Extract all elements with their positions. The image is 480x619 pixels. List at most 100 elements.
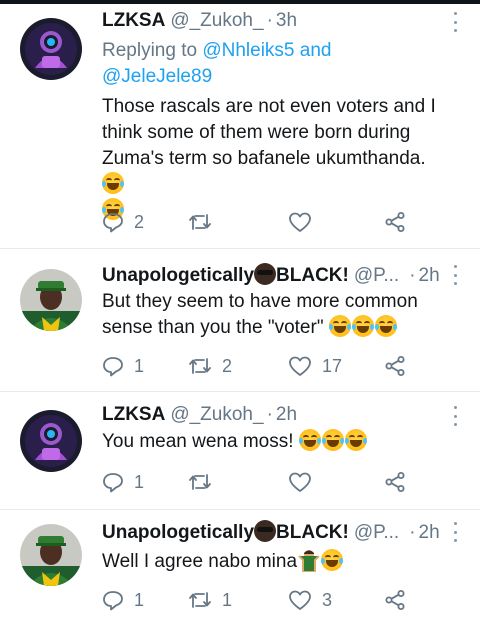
tears-of-joy-icon bbox=[328, 315, 351, 337]
retweet-count: 1 bbox=[222, 589, 233, 610]
display-name[interactable]: Unapologetically BLACK! bbox=[102, 520, 349, 544]
mention-link[interactable]: @JeleJele89 bbox=[102, 66, 212, 87]
separator: · bbox=[409, 522, 416, 543]
tears-of-joy-icon bbox=[344, 429, 367, 451]
share-button[interactable] bbox=[384, 209, 406, 235]
like-icon bbox=[289, 356, 311, 376]
like-button[interactable] bbox=[288, 469, 322, 495]
mention-joiner: and bbox=[299, 40, 332, 61]
share-icon bbox=[385, 356, 405, 376]
share-icon bbox=[385, 472, 405, 492]
tweet-text: Well I agree nabo mina bbox=[102, 548, 452, 575]
retweet-button[interactable]: 2 bbox=[188, 353, 232, 379]
man-shrugging-icon bbox=[297, 548, 321, 573]
share-button[interactable] bbox=[384, 469, 406, 495]
separator: · bbox=[409, 265, 416, 286]
reply-button[interactable]: 1 bbox=[102, 353, 144, 379]
timestamp[interactable]: 2h bbox=[276, 404, 297, 426]
timestamp[interactable]: 3h bbox=[276, 10, 297, 32]
share-icon bbox=[385, 590, 405, 610]
tweet[interactable]: LZKSA @_Zukoh_ · 3h Replying to @Nhleiks… bbox=[0, 4, 480, 249]
reply-icon bbox=[103, 213, 123, 233]
username[interactable]: @_Zukoh_ bbox=[170, 404, 263, 426]
retweet-button[interactable] bbox=[188, 469, 222, 495]
tweet-text: Those rascals are not even voters and I … bbox=[102, 94, 452, 224]
tears-of-joy-icon bbox=[321, 549, 344, 571]
tweet[interactable]: LZKSA @_Zukoh_ · 2h You mean wena moss! … bbox=[0, 392, 480, 510]
tweet-header: Unapologetically BLACK! @P... · 2h bbox=[102, 263, 460, 289]
share-button[interactable] bbox=[384, 353, 406, 379]
more-icon[interactable] bbox=[452, 265, 458, 285]
reply-count: 1 bbox=[134, 471, 145, 492]
retweet-icon bbox=[189, 592, 211, 608]
reply-count: 1 bbox=[134, 355, 145, 376]
avatar[interactable] bbox=[20, 524, 82, 586]
reply-icon bbox=[103, 357, 123, 377]
reply-count: 1 bbox=[134, 589, 145, 610]
tears-of-joy-icon bbox=[351, 315, 374, 337]
username[interactable]: @_Zukoh_ bbox=[170, 10, 263, 32]
tweet-text-content: You mean wena moss! bbox=[102, 431, 294, 452]
tweet-text-content: Well I agree nabo mina bbox=[102, 551, 298, 572]
display-name-part: Unapologetically bbox=[102, 265, 255, 286]
like-icon bbox=[289, 212, 311, 232]
retweet-count: 2 bbox=[222, 355, 233, 376]
display-name-part: Unapologetically bbox=[102, 522, 255, 543]
tweet[interactable]: Unapologetically BLACK! @P... · 2h Well I… bbox=[0, 510, 480, 619]
username[interactable]: @P... bbox=[354, 265, 399, 287]
more-icon[interactable] bbox=[452, 12, 458, 32]
like-icon bbox=[289, 472, 311, 492]
like-button[interactable]: 3 bbox=[288, 587, 332, 613]
share-icon bbox=[385, 212, 405, 232]
tears-of-joy-icon bbox=[298, 429, 321, 451]
like-count: 3 bbox=[322, 589, 333, 610]
retweet-icon bbox=[189, 474, 211, 490]
like-button[interactable]: 17 bbox=[288, 353, 342, 379]
reply-count: 2 bbox=[134, 211, 145, 232]
tweet-actions: 2 bbox=[102, 209, 422, 235]
timestamp[interactable]: 2h bbox=[419, 522, 440, 544]
display-name-part: BLACK! bbox=[276, 265, 349, 286]
replying-label: Replying to bbox=[102, 40, 198, 61]
sunglasses-face-icon bbox=[254, 263, 277, 285]
retweet-button[interactable] bbox=[188, 209, 222, 235]
timestamp[interactable]: 2h bbox=[419, 265, 440, 287]
tweet[interactable]: Unapologetically BLACK! @P... · 2h But th… bbox=[0, 249, 480, 392]
tears-of-joy-icon bbox=[321, 429, 344, 451]
avatar[interactable] bbox=[20, 269, 82, 331]
like-icon bbox=[289, 590, 311, 610]
like-count: 17 bbox=[322, 355, 343, 376]
reply-button[interactable]: 2 bbox=[102, 209, 144, 235]
tweet-header: LZKSA @_Zukoh_ · 2h bbox=[102, 404, 460, 430]
display-name[interactable]: LZKSA bbox=[102, 404, 165, 426]
tweet-header: LZKSA @_Zukoh_ · 3h bbox=[102, 10, 460, 36]
retweet-button[interactable]: 1 bbox=[188, 587, 232, 613]
more-icon[interactable] bbox=[452, 406, 458, 426]
display-name[interactable]: Unapologetically BLACK! bbox=[102, 263, 349, 287]
reply-button[interactable]: 1 bbox=[102, 469, 144, 495]
share-button[interactable] bbox=[384, 587, 406, 613]
mention-link[interactable]: @Nhleiks5 bbox=[202, 40, 294, 61]
retweet-icon bbox=[189, 358, 211, 374]
tweet-text-content: Those rascals are not even voters and I … bbox=[102, 96, 436, 169]
sunglasses-face-icon bbox=[254, 520, 277, 542]
reply-icon bbox=[103, 473, 123, 493]
username[interactable]: @P... bbox=[354, 522, 399, 544]
reply-icon bbox=[103, 591, 123, 611]
display-name[interactable]: LZKSA bbox=[102, 10, 165, 32]
more-icon[interactable] bbox=[452, 522, 458, 542]
tweet-actions: 1 1 3 bbox=[102, 587, 422, 613]
avatar[interactable] bbox=[20, 18, 82, 80]
tears-of-joy-icon bbox=[374, 315, 397, 337]
avatar[interactable] bbox=[20, 410, 82, 472]
retweet-icon bbox=[189, 214, 211, 230]
tears-of-joy-icon bbox=[102, 172, 124, 194]
separator: · bbox=[266, 404, 273, 425]
separator: · bbox=[266, 10, 273, 31]
reply-button[interactable]: 1 bbox=[102, 587, 144, 613]
display-name-part: BLACK! bbox=[276, 522, 349, 543]
like-button[interactable] bbox=[288, 209, 322, 235]
tweet-text: You mean wena moss! bbox=[102, 429, 452, 455]
tweet-text: But they seem to have more common sense … bbox=[102, 289, 452, 341]
tweet-header: Unapologetically BLACK! @P... · 2h bbox=[102, 520, 460, 546]
